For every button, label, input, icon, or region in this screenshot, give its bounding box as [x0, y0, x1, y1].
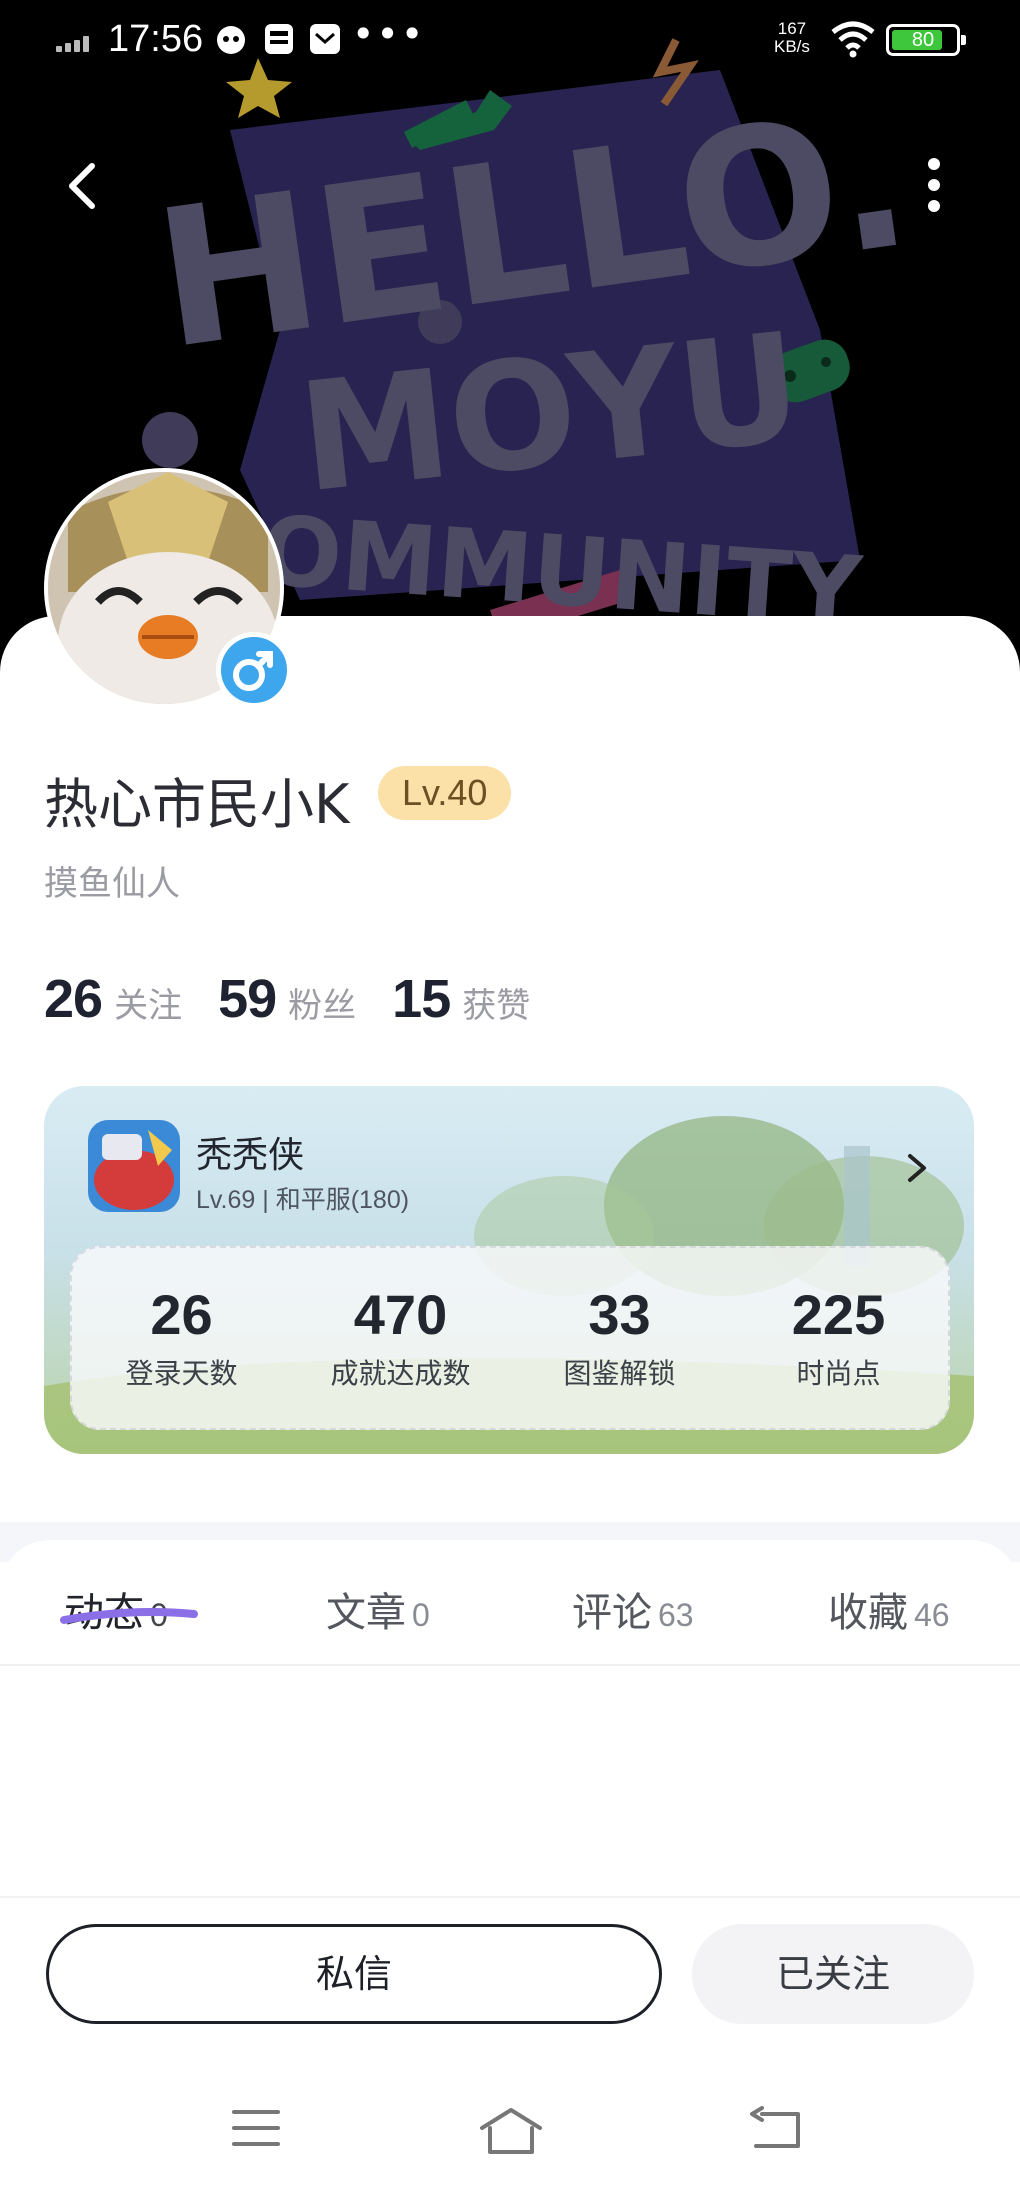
- network-speed: 167 KB/s: [774, 20, 810, 56]
- vertical-dots-icon[interactable]: [906, 150, 962, 220]
- game-stat-label: 时尚点: [796, 1357, 881, 1390]
- tab-label: 收藏: [828, 1590, 908, 1636]
- more-dots-icon: •••: [352, 12, 426, 56]
- likes-count: 15: [392, 969, 451, 1029]
- game-app-icon: [88, 1120, 180, 1212]
- back-icon[interactable]: [748, 2106, 804, 2150]
- content-tabs: 动态 0 文章 0 评论 63 收藏 46: [0, 1540, 1020, 1666]
- tab-count: 63: [658, 1597, 694, 1633]
- game-stat-login-days: 26 登录天数: [72, 1248, 291, 1428]
- feed-area: [0, 1668, 1020, 1896]
- menu-icon[interactable]: [230, 2106, 282, 2150]
- username: 热心市民小K: [44, 773, 350, 836]
- game-stat-codex: 33 图鉴解锁: [510, 1248, 729, 1428]
- gender-badge: [216, 632, 292, 708]
- tab-count: 46: [914, 1597, 950, 1633]
- network-speed-unit: KB/s: [774, 37, 810, 56]
- game-stat-value: 470: [353, 1283, 448, 1346]
- user-title: 摸鱼仙人: [44, 864, 180, 904]
- active-tab-indicator: [60, 1608, 198, 1624]
- game-stat-label: 成就达成数: [330, 1357, 471, 1390]
- system-navigation-bar: [0, 2056, 1020, 2210]
- following-button[interactable]: 已关注: [692, 1924, 974, 2024]
- game-stat-label: 图鉴解锁: [563, 1357, 676, 1390]
- mail-app-icon: [310, 24, 340, 54]
- wifi-icon: [831, 21, 875, 58]
- game-stat-value: 225: [791, 1283, 886, 1346]
- game-stat-value: 33: [588, 1283, 651, 1346]
- game-stat-fashion: 225 时尚点: [729, 1248, 948, 1428]
- chevron-left-icon[interactable]: [56, 150, 116, 220]
- level-badge: Lv.40: [378, 766, 512, 820]
- network-speed-value: 167: [777, 19, 807, 38]
- profile-stats: 26 关注 59 粉丝 15 获赞: [44, 968, 566, 1038]
- tab-label: 评论: [572, 1590, 652, 1636]
- followers-label[interactable]: 粉丝: [288, 978, 356, 1027]
- game-stats-panel: 26 登录天数 470 成就达成数 33 图鉴解锁 225 时尚点: [70, 1246, 950, 1430]
- tab-count: 0: [412, 1597, 430, 1633]
- following-count[interactable]: 26: [44, 968, 103, 1030]
- action-bar: 私信 已关注: [0, 1896, 1020, 2056]
- tab-articles[interactable]: 文章 0: [326, 1580, 430, 1638]
- cat-app-icon: [217, 26, 245, 54]
- chevron-right-icon[interactable]: [902, 1148, 932, 1188]
- tab-label: 文章: [326, 1590, 406, 1636]
- following-label[interactable]: 关注: [114, 978, 182, 1027]
- male-icon: [233, 651, 273, 691]
- tab-favorites[interactable]: 收藏 46: [828, 1580, 950, 1638]
- signal-icon: [56, 36, 98, 52]
- status-bar: 17:56 ••• 167 KB/s 80: [0, 0, 1020, 84]
- followers-count[interactable]: 59: [218, 968, 277, 1030]
- train-app-icon: [265, 24, 293, 54]
- game-stat-achievements: 470 成就达成数: [291, 1248, 510, 1428]
- home-icon[interactable]: [476, 2106, 546, 2156]
- message-button[interactable]: 私信: [46, 1924, 662, 2024]
- game-character-name: 秃秃侠: [196, 1135, 305, 1176]
- game-card[interactable]: 秃秃侠 Lv.69 | 和平服(180) 26 登录天数 470 成就达成数 3…: [44, 1086, 974, 1454]
- status-time: 17:56: [108, 18, 204, 60]
- game-stat-label: 登录天数: [125, 1357, 238, 1390]
- likes-label: 获赞: [462, 986, 531, 1026]
- game-character-info: Lv.69 | 和平服(180): [196, 1186, 410, 1214]
- battery-icon: 80: [886, 24, 966, 56]
- battery-level: 80: [911, 29, 935, 51]
- tab-comments[interactable]: 评论 63: [572, 1580, 694, 1638]
- game-stat-value: 26: [150, 1283, 213, 1346]
